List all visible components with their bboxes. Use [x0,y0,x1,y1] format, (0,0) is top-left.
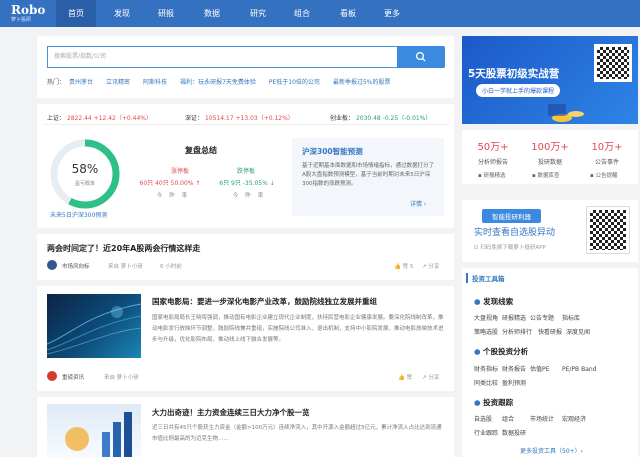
tag-announcement-alert[interactable]: ▪ 公告提醒 [590,171,618,179]
top-nav-bar: Robo 萝卜投研 首页 发现 研报 数据 研究 组合 看板 更多 [0,0,640,27]
hot-item[interactable]: 最新季报过5%的股票 [333,79,391,86]
share-button[interactable]: ↗ 分享 [422,373,439,381]
index-shanghai[interactable]: 上证： 2822.44 +12.42（+0.44%） [47,113,152,122]
post-title[interactable]: 两会时间定了！近20年A股两会行情这样走 [47,243,200,254]
coins-illustration [548,104,584,122]
like-button[interactable]: 👍 赞 5 [394,262,413,270]
nav-item-more[interactable]: 更多 [374,0,410,27]
search-input[interactable]: 搜索股票/指数/公司 [47,46,397,68]
bulb-icon: ● [474,297,481,306]
like-button[interactable]: 👍 赞 [398,373,412,381]
tag-database[interactable]: ▪ 数据库查 [532,171,560,179]
stat-research-data[interactable]: 100万+ 投研数据 [522,138,578,166]
toolbox-header: 投资工具箱 [466,273,505,283]
chart-icon: ● [474,347,481,356]
app-title: 实时查看自选股异动 [474,228,556,238]
forecast-detail-link[interactable]: 详情 › [410,199,426,208]
limit-down-label: 跌停板 [236,168,255,175]
gauge-value: 58% [71,162,99,176]
post-author[interactable]: 重磅资讯 [62,373,84,381]
limit-down-stats: 6只 9只 -35.05% ↓ [219,180,275,187]
avatar[interactable] [47,260,57,270]
index-chinext[interactable]: 创业板： 2030.48 -0.25（-0.01%） [330,113,431,122]
nav-item-portfolio[interactable]: 组合 [284,0,320,27]
tool-group-stock-analysis: ● 个股投资分析 [474,347,529,356]
nav-item-research[interactable]: 研究 [240,0,276,27]
more-tools-link[interactable]: 更多投资工具（50+）› [520,446,583,455]
smart-research-button[interactable]: 智能投研利器 [482,209,541,223]
limit-up-stats: 60只 40只 50.00% ↑ [139,180,201,187]
hot-item[interactable]: PE低于10倍的公司 [269,79,320,86]
hot-item[interactable]: 立讯精密 [106,79,130,86]
index-shenzhen[interactable]: 深证： 10514.17 +13.03（+0.12%） [185,113,294,122]
logo[interactable]: Robo 萝卜投研 [11,4,51,23]
chart-thumbnail-image [65,412,132,457]
app-subtitle: ⊡ 扫码免费下载萝卜投研APP [474,245,546,251]
tool-group-discover: ● 发现线索 [474,297,514,306]
post-time: 6 小时前 [160,264,182,270]
gauge-link[interactable]: 未来5日沪深300预测 [50,210,107,219]
forecast-title[interactable]: 沪深300智能预测 [302,146,363,157]
track-icon: ● [474,398,481,407]
tag-report-select[interactable]: ▪ 研报精选 [478,171,506,179]
tool-group-tracking: ● 投资跟踪 [474,398,514,407]
tool-row: 同类比较 盈利预测 [474,380,527,387]
tool-row: 自选股 组合 市场统计 宏观经济 [474,416,587,423]
app-qr-code [586,206,630,254]
avatar[interactable] [47,371,57,381]
limit-up-caption: 今 昨 率 [156,193,188,199]
tool-row: 大盘视角 研报精选 公告专题 指标库 [474,315,581,322]
search-button[interactable] [397,46,445,68]
share-button[interactable]: ↗ 分享 [422,262,439,270]
nav-item-home[interactable]: 首页 [56,0,96,27]
post-source: 来自 萝卜小研 [108,264,143,270]
post-thumbnail[interactable] [47,294,141,358]
film-projector-image [47,303,141,355]
feed-card [37,234,454,280]
post-author[interactable]: 市场风向标 [62,262,90,270]
nav-item-data[interactable]: 数据 [194,0,230,27]
divider [44,124,448,125]
tool-row: 行业跟踪 数据投研 [474,430,527,437]
hot-item[interactable]: 阿斯科技 [143,79,167,86]
course-ad-banner[interactable]: 5天股票初级实战营 小白一学就上手的爆款课程 [462,36,638,124]
post-thumbnail[interactable] [47,404,141,457]
post-title[interactable]: 国家电影局：要进一步深化电影产业改革，鼓励院线独立发展并重组 [152,296,446,307]
hot-item[interactable]: 福利：玩永研报7天免费体验 [180,79,256,86]
stat-reports[interactable]: 50万+ 分析师报告 [465,138,521,166]
nav-item-board[interactable]: 看板 [330,0,366,27]
gauge-label: 盈亏概率 [74,181,95,187]
nav-item-reports[interactable]: 研报 [148,0,184,27]
tool-row: 策略选股 分析师排行 快看研报 深度见闻 [474,329,591,336]
tool-row: 财务指标 财务报告 估值PE PE/PB Band [474,366,597,373]
post-title[interactable]: 大力出奇迹！主力资金连续三日大力净个股一览 [152,407,310,418]
review-title: 复盘总结 [185,146,217,155]
search-icon [415,51,426,62]
nav-item-discover[interactable]: 发现 [104,0,140,27]
forecast-text: 基于近期基本面数据和市场情绪指标，通过数据打分了A股大盘指数预测模型，基于当前时… [302,163,434,187]
limit-up-label: 涨停板 [170,168,189,175]
hot-item[interactable]: 贵州茅台 [69,79,93,86]
hot-searches: 热门： 贵州茅台 立讯精密 阿斯科技 福利：玩永研报7天免费体验 PE低于10倍的公司 最新… [47,77,403,86]
limit-down-caption: 今 昨 率 [232,193,264,199]
post-body: 近三日共有45只个股获主力资金（金额>100万元）连续净流入，其中开源入金额超过… [152,425,442,442]
post-body: 国家电影局局长王晓晖强调，推动国有电影企业建立现代企业制度，扶持民营电影企业健康… [152,315,444,343]
post-source: 来自 萝卜小研 [104,375,139,381]
hot-label: 热门： [47,79,66,86]
scan-icon: ⊡ [474,245,479,251]
qr-code [594,44,632,82]
ad-title: 5天股票初级实战营 [468,68,560,80]
stat-announcements[interactable]: 10万+ 公告事件 [579,138,635,166]
